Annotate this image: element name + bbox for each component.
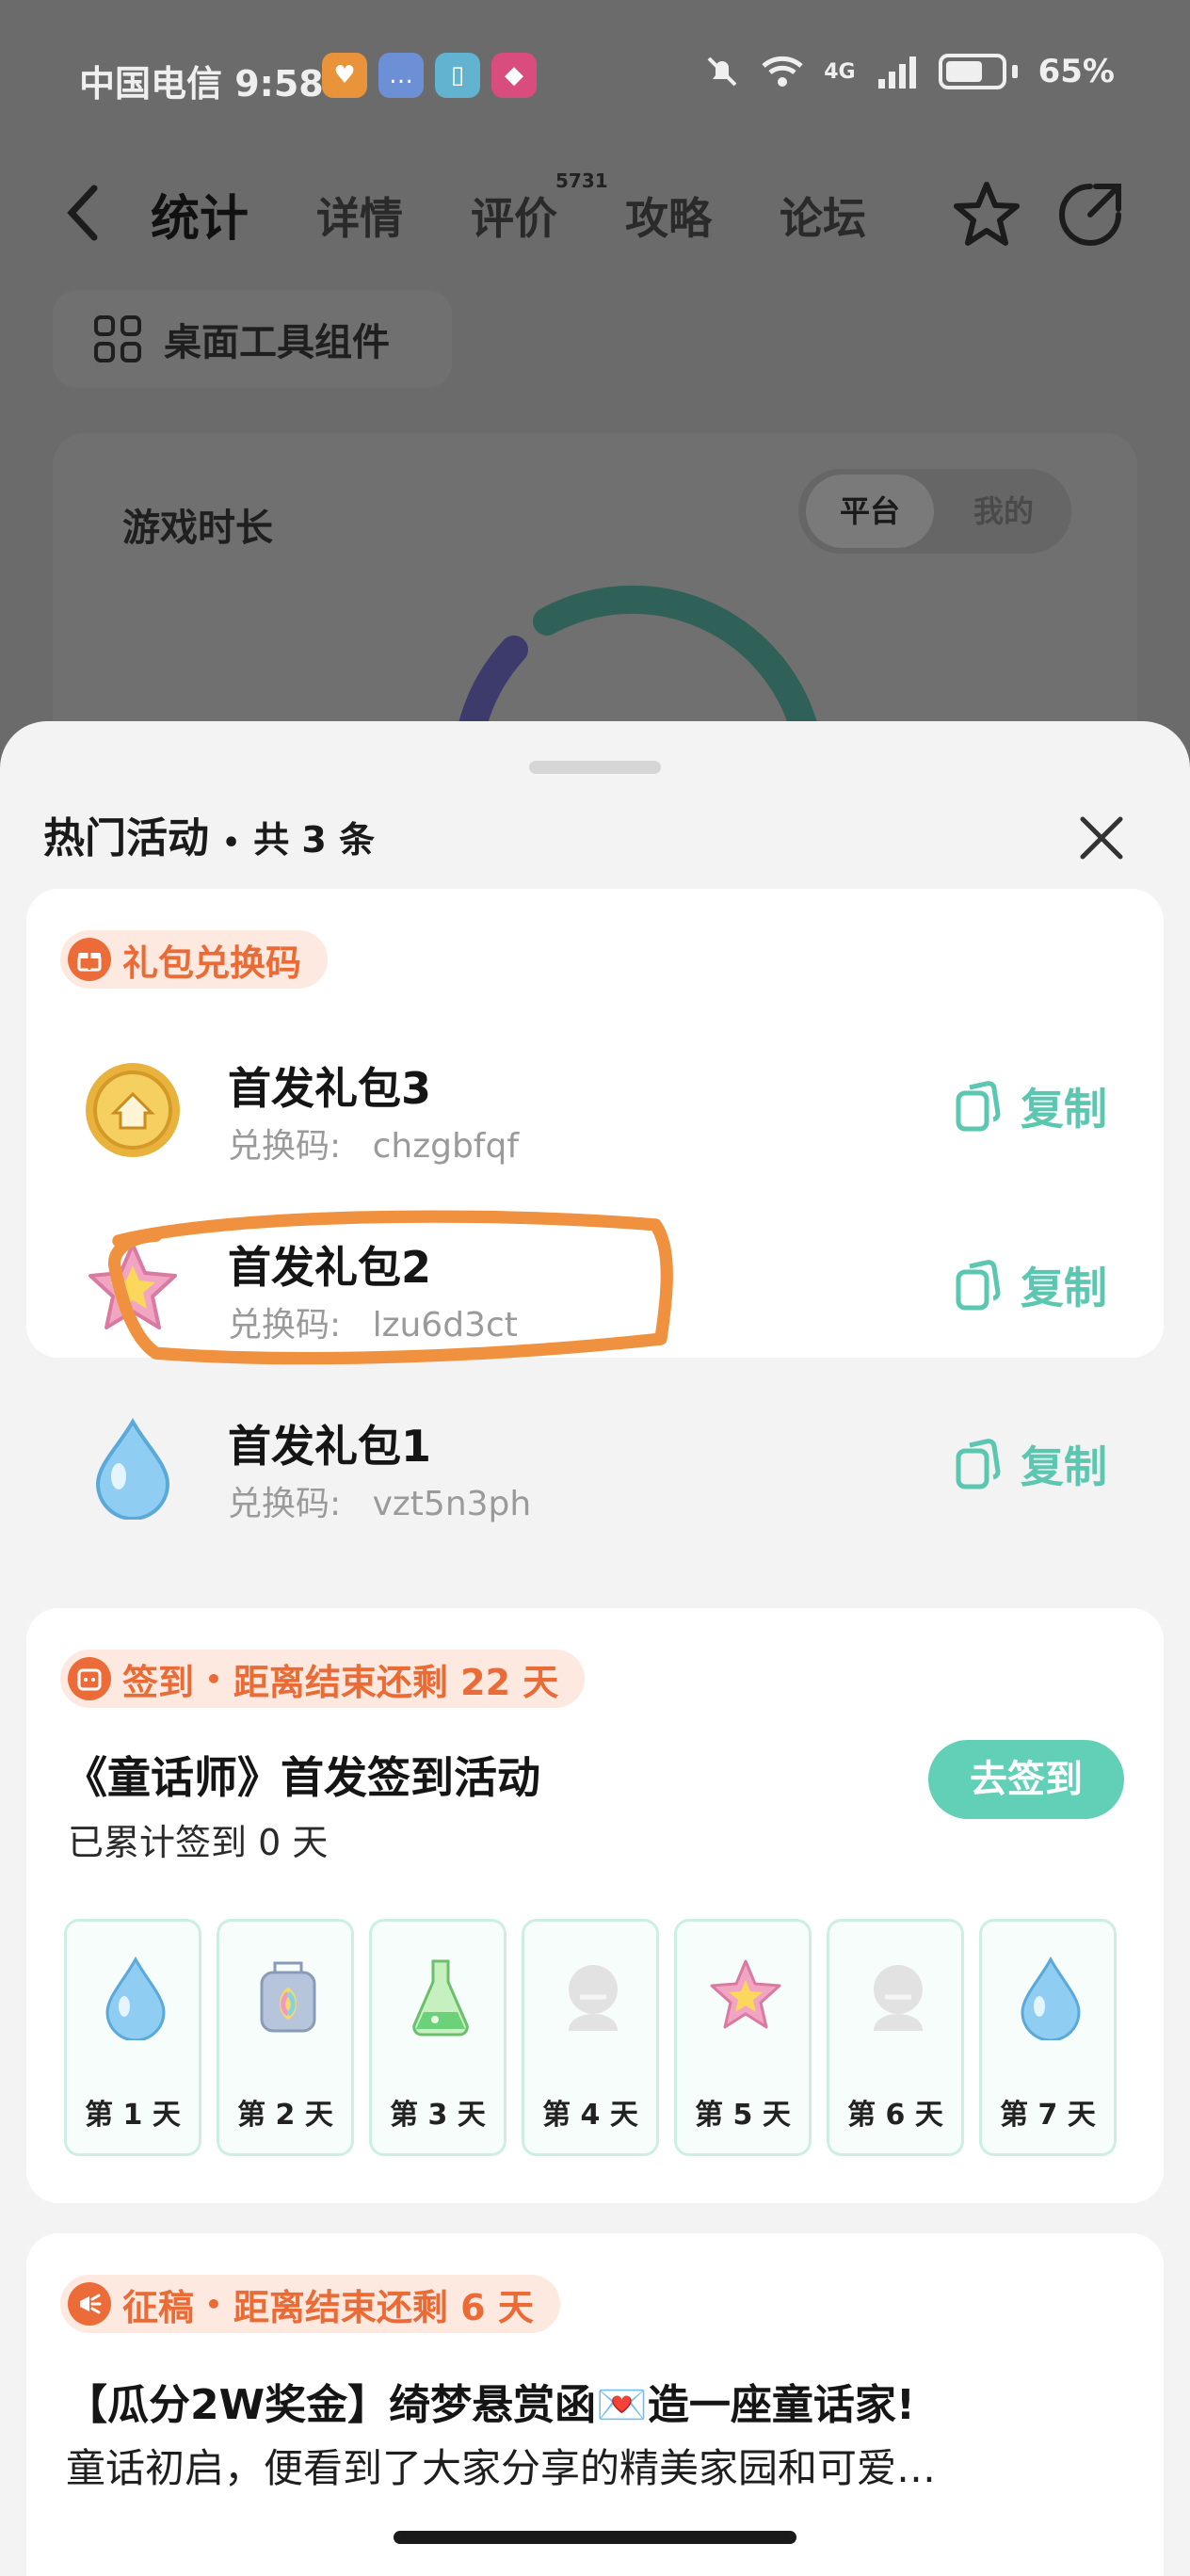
sign-in-tag-label: 签到	[122, 1661, 195, 1703]
gift-code: 兑换码: lzu6d3ct	[228, 1306, 518, 1344]
desktop-widget-button[interactable]: 桌面工具组件	[53, 290, 452, 388]
gift-icon	[68, 938, 111, 981]
gift-name: 首发礼包1	[228, 1421, 432, 1472]
contest-remaining: 距离结束还剩 6 天	[233, 2286, 534, 2328]
gift-code-card: 礼包兑换码 首发礼包3 兑换码: chzgbfqf 复制 首发礼包2 兑换码: …	[26, 889, 1164, 1523]
widget-grid-icon	[94, 315, 141, 362]
review-count-badge: 5731	[555, 169, 608, 192]
network-type: 4G	[824, 59, 856, 84]
locked-character-icon	[569, 1965, 618, 2031]
sign-in-day[interactable]: 第 2 天	[217, 1919, 354, 2156]
segment-platform[interactable]: 平台	[806, 475, 934, 548]
copy-button[interactable]: 复制	[955, 1433, 1107, 1495]
water-drop-icon	[95, 1417, 170, 1520]
locked-character-icon	[874, 1965, 923, 2031]
water-drop-icon	[1021, 1956, 1081, 2040]
sign-in-card: 签到 • 距离结束还剩 22 天 《童话师》首发签到活动 已累计签到 0 天 去…	[26, 1608, 1164, 2203]
copy-icon	[956, 1081, 1001, 1132]
sheet-title-text: 热门活动	[43, 814, 209, 862]
close-icon[interactable]	[1075, 812, 1128, 864]
sign-in-day[interactable]: 第 4 天	[522, 1919, 659, 2156]
gift-name: 首发礼包2	[228, 1242, 432, 1293]
pink-star-icon	[710, 1959, 781, 2029]
status-bar: 中国电信 9:58 ♥ … ▯ ◆ 4G 65%	[0, 0, 1190, 141]
gold-coin-icon	[86, 1063, 180, 1157]
home-indicator[interactable]	[394, 2531, 796, 2544]
share-icon[interactable]	[1053, 177, 1128, 252]
playtime-title: 游戏时长	[122, 507, 273, 550]
sheet-title: 热门活动 • 共 3 条	[43, 804, 375, 864]
signal-icon	[877, 56, 916, 89]
gift-row: 首发礼包2 兑换码: lzu6d3ct 复制	[26, 1224, 1164, 1403]
carrier-time: 中国电信 9:58	[79, 63, 324, 105]
gift-code-value: vzt5n3ph	[372, 1485, 532, 1523]
water-drop-icon	[105, 1956, 166, 2040]
sign-in-progress: 已累计签到 0 天	[68, 1822, 329, 1863]
sign-in-day[interactable]: 第 6 天	[827, 1919, 964, 2156]
gift-code: 兑换码: chzgbfqf	[228, 1127, 520, 1166]
gift-code-tag: 礼包兑换码	[60, 930, 329, 989]
battery-icon	[938, 54, 1006, 89]
gift-tag-label: 礼包兑换码	[122, 942, 302, 984]
sheet-count: 共 3 条	[253, 819, 376, 861]
rainbow-bag-icon	[260, 1961, 316, 2033]
tab-forum[interactable]: 论坛	[780, 185, 866, 247]
sign-in-title: 《童话师》首发签到活动	[64, 1752, 540, 1803]
contest-card[interactable]: 征稿 • 距离结束还剩 6 天 【瓜分2W奖金】绮梦悬赏函💌造一座童话家! 童话…	[26, 2233, 1164, 2576]
top-nav: 统计 详情 评价 5731 攻略 论坛	[0, 169, 1190, 264]
segment-mine[interactable]: 我的	[940, 469, 1068, 554]
tab-reviews[interactable]: 评价	[471, 185, 557, 247]
heart-app-icon: ♥	[322, 53, 367, 98]
go-sign-in-button[interactable]: 去签到	[928, 1740, 1124, 1819]
megaphone-icon	[68, 2282, 111, 2326]
wifi-icon	[762, 56, 803, 87]
gift-name: 首发礼包3	[228, 1063, 432, 1114]
favorite-star-icon[interactable]	[949, 177, 1024, 252]
copy-icon	[956, 1439, 1001, 1489]
tab-stats[interactable]: 统计	[146, 179, 253, 259]
sheet-grabber[interactable]	[529, 761, 661, 774]
widget-chip-label: 桌面工具组件	[164, 321, 390, 364]
pink-star-icon	[88, 1243, 177, 1329]
status-right: 4G 65%	[703, 53, 1115, 90]
tab-details[interactable]: 详情	[316, 185, 403, 247]
gift-code: 兑换码: vzt5n3ph	[228, 1485, 532, 1523]
contest-title: 【瓜分2W奖金】绮梦悬赏函💌造一座童话家!	[66, 2381, 915, 2429]
mute-bell-icon	[707, 56, 737, 87]
sign-in-remaining: 距离结束还剩 22 天	[233, 1661, 559, 1703]
contest-excerpt: 童话初启，便看到了大家分享的精美家园和可爱…	[66, 2445, 937, 2491]
back-button[interactable]	[60, 175, 113, 250]
shop-app-icon: ◆	[491, 53, 537, 98]
chat-app-icon: …	[378, 53, 424, 98]
background-page: 中国电信 9:58 ♥ … ▯ ◆ 4G 65% 统计 详情 评价 5731 攻…	[0, 0, 1190, 781]
sign-in-day[interactable]: 第 5 天	[674, 1919, 812, 2156]
green-potion-icon	[412, 1959, 469, 2037]
copy-icon	[956, 1260, 1001, 1311]
gift-row: 首发礼包3 兑换码: chzgbfqf 复制	[26, 1045, 1164, 1224]
copy-button[interactable]: 复制	[955, 1075, 1107, 1137]
battery-level: 65%	[1037, 53, 1115, 90]
notification-icons: ♥ … ▯ ◆	[322, 53, 537, 98]
platform-toggle: 平台 我的	[798, 469, 1071, 554]
book-app-icon: ▯	[435, 53, 480, 98]
contest-tag: 征稿 • 距离结束还剩 6 天	[60, 2275, 560, 2333]
gift-row: 首发礼包1 兑换码: vzt5n3ph 复制	[26, 1403, 1164, 1582]
copy-button[interactable]: 复制	[955, 1254, 1107, 1316]
tab-guides[interactable]: 攻略	[625, 185, 712, 247]
gift-code-value: chzgbfqf	[372, 1127, 520, 1166]
sign-in-day[interactable]: 第 1 天	[64, 1919, 201, 2156]
calendar-icon	[68, 1657, 111, 1700]
gift-code-value: lzu6d3ct	[372, 1306, 518, 1344]
sign-in-days: 第 1 天 第 2 天 第 3 天 第 4 天 第 5 天 第 6 天 第 7 …	[64, 1919, 1117, 2156]
sign-in-tag: 签到 • 距离结束还剩 22 天	[60, 1650, 586, 1708]
back-arrow-icon	[67, 185, 98, 241]
sign-in-day[interactable]: 第 3 天	[369, 1919, 507, 2156]
contest-tag-label: 征稿	[122, 2286, 195, 2328]
sign-in-day[interactable]: 第 7 天	[979, 1919, 1117, 2156]
